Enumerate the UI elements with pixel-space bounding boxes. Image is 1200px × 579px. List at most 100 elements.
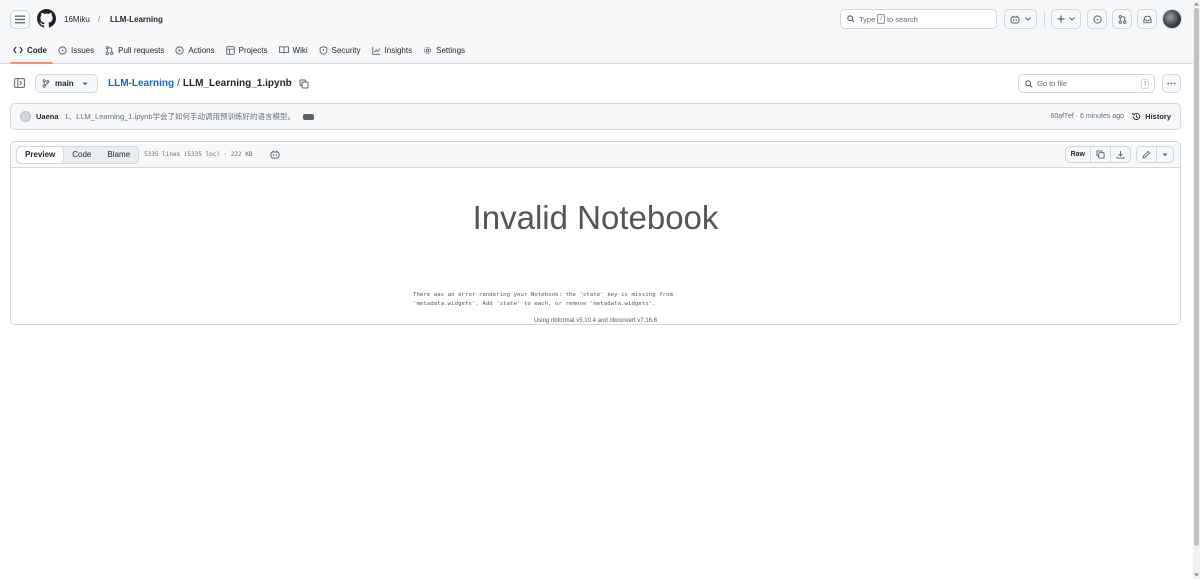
tab-settings-label: Settings xyxy=(436,45,466,55)
your-pull-requests-button[interactable] xyxy=(1112,9,1132,29)
hamburger-icon xyxy=(15,15,25,24)
caret-down-icon xyxy=(82,82,88,85)
side-panel-toggle[interactable] xyxy=(12,76,26,90)
tab-wiki-label: Wiki xyxy=(292,45,308,55)
pull-request-icon xyxy=(1118,14,1126,24)
tab-code-view[interactable]: Code xyxy=(64,147,99,163)
notebook-error-message: There was an error rendering your Notebo… xyxy=(413,291,753,309)
download-button[interactable] xyxy=(1111,147,1130,162)
breadcrumb-owner[interactable]: 16Miku xyxy=(64,15,90,24)
history-label: History xyxy=(1145,112,1171,121)
latest-commit-bar: Uaena 1、LLM_Learning_1.ipynb学会了如何手动调用预训练… xyxy=(10,103,1181,130)
commit-author-avatar[interactable] xyxy=(20,111,31,122)
file-path-breadcrumb: LLM-Learning / LLM_Learning_1.ipynb xyxy=(108,78,309,89)
branch-selector[interactable]: main xyxy=(35,74,98,93)
table-icon xyxy=(225,45,235,55)
github-logo-icon[interactable] xyxy=(37,9,56,28)
header-divider xyxy=(1044,12,1045,27)
book-icon xyxy=(278,46,289,54)
go-to-file-placeholder: Go to file xyxy=(1037,79,1068,88)
chevron-down-icon xyxy=(1069,17,1075,21)
page-scrollbar[interactable] xyxy=(1193,0,1200,579)
commit-message[interactable]: 1、LLM_Learning_1.ipynb学会了如何手动调用预训练好的语言模型… xyxy=(65,111,295,122)
repo-nav: Code Issues Pull requests Actions Projec… xyxy=(10,40,473,64)
search-input[interactable]: Type / to search xyxy=(840,9,997,29)
notebook-error-title: Invalid Notebook xyxy=(472,199,719,236)
global-header: 16Miku / LLM-Learning Type / to search C… xyxy=(0,0,1193,64)
scroll-up-arrow-icon[interactable] xyxy=(1193,0,1200,7)
view-mode-switch: Preview Code Blame xyxy=(16,145,140,164)
search-shortcut: / xyxy=(877,14,885,24)
gear-icon xyxy=(424,46,432,54)
chevron-down-icon xyxy=(1024,17,1031,21)
copilot-button[interactable] xyxy=(1004,9,1037,29)
raw-button[interactable]: Raw xyxy=(1066,147,1091,162)
edit-button[interactable] xyxy=(1137,147,1157,162)
error-line-2: 'metadata.widgets'. Add 'state' to each,… xyxy=(413,301,656,307)
search-icon xyxy=(847,15,855,23)
error-line-1: There was an error rendering your Notebo… xyxy=(413,292,674,298)
go-to-file-input[interactable]: Go to file t xyxy=(1018,74,1155,93)
copy-icon xyxy=(1096,150,1105,159)
copilot-icon[interactable] xyxy=(270,150,280,159)
scrollbar-thumb[interactable] xyxy=(1194,8,1199,546)
file-toolbar: Preview Code Blame 5335 lines (5335 loc)… xyxy=(11,142,1180,168)
tab-blame[interactable]: Blame xyxy=(99,147,138,163)
issue-icon xyxy=(58,45,67,55)
tab-issues[interactable]: Issues xyxy=(55,40,100,60)
raw-actions-group: Raw xyxy=(1064,146,1131,163)
plus-icon xyxy=(1057,15,1065,23)
tab-security[interactable]: Security xyxy=(316,40,367,60)
your-issues-button[interactable] xyxy=(1087,9,1107,29)
path-repo-link[interactable]: LLM-Learning xyxy=(108,78,174,89)
file-info: 5335 lines (5335 loc) · 222 KB xyxy=(144,151,253,158)
caret-down-icon xyxy=(1162,153,1168,156)
more-options-button[interactable] xyxy=(1162,74,1181,93)
commit-meta[interactable]: 60af7ef · 6 minutes ago xyxy=(1050,113,1124,120)
menu-button[interactable] xyxy=(10,10,30,29)
create-new-button[interactable] xyxy=(1051,9,1081,29)
scroll-down-arrow-icon[interactable] xyxy=(1193,571,1200,578)
tab-insights[interactable]: Insights xyxy=(369,40,419,60)
path-file-name: LLM_Learning_1.ipynb xyxy=(182,78,292,89)
notebook-render: Invalid Notebook There was an error rend… xyxy=(11,168,1180,324)
shield-icon xyxy=(319,45,327,55)
sidebar-expand-icon xyxy=(13,78,25,88)
inbox-button[interactable] xyxy=(1137,9,1157,29)
copy-icon[interactable] xyxy=(299,79,309,89)
tab-issues-label: Issues xyxy=(71,45,95,55)
tab-code[interactable]: Code xyxy=(10,40,53,64)
breadcrumb-separator: / xyxy=(98,15,101,24)
user-avatar[interactable] xyxy=(1162,9,1182,29)
tab-actions-label: Actions xyxy=(188,45,215,55)
play-icon xyxy=(175,45,184,55)
notebook-version-info: Using nbformat v5.10.4 and nbconvert v7.… xyxy=(533,318,658,324)
tab-projects-label: Projects xyxy=(238,45,268,55)
tab-code-label: Code xyxy=(27,45,47,55)
search-suffix: to search xyxy=(886,14,918,24)
expand-commit-message-button[interactable] xyxy=(303,113,314,120)
history-button[interactable]: History xyxy=(1132,112,1171,121)
tab-preview[interactable]: Preview xyxy=(17,146,65,163)
breadcrumb-repo[interactable]: LLM-Learning xyxy=(110,15,163,24)
tab-actions[interactable]: Actions xyxy=(172,40,220,60)
path-separator: / xyxy=(177,78,180,89)
tab-projects[interactable]: Projects xyxy=(223,40,274,60)
edit-dropdown-button[interactable] xyxy=(1157,147,1173,162)
kebab-horizontal-icon xyxy=(1167,82,1176,85)
inbox-icon xyxy=(1142,15,1152,23)
go-to-file-shortcut: t xyxy=(1141,79,1149,89)
pencil-icon xyxy=(1142,150,1151,159)
commit-author[interactable]: Uaena xyxy=(36,112,59,121)
pull-request-icon xyxy=(105,45,114,55)
graph-icon xyxy=(371,46,380,55)
download-icon xyxy=(1116,150,1125,159)
tab-wiki[interactable]: Wiki xyxy=(276,40,314,60)
tab-settings[interactable]: Settings xyxy=(420,40,471,60)
tab-pull-requests[interactable]: Pull requests xyxy=(102,40,170,60)
copilot-icon xyxy=(1010,14,1020,23)
tab-insights-label: Insights xyxy=(384,45,413,55)
history-icon xyxy=(1132,112,1141,120)
copy-raw-button[interactable] xyxy=(1091,147,1111,162)
branch-name: main xyxy=(55,79,74,88)
